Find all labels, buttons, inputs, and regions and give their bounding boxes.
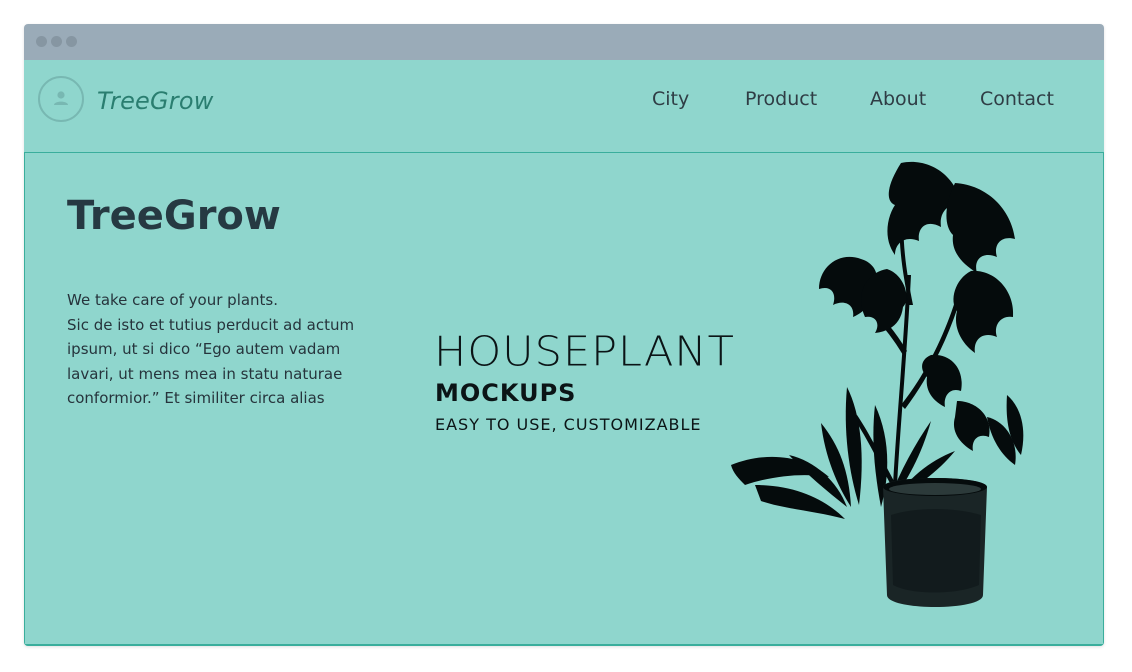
mockup-subtitle: MOCKUPS [435, 379, 577, 407]
brand-logo[interactable]: TreeGrow [97, 87, 214, 115]
hero-description-line: lavari, ut mens mea in statu naturae [67, 364, 343, 383]
hero-description-line: Sic de isto et tutius perducit ad actum [67, 315, 355, 334]
nav-contact[interactable]: Contact [980, 88, 1054, 110]
hero-section: TreeGrow We take care of your plants. Si… [24, 153, 1104, 646]
user-icon [54, 91, 68, 105]
browser-window: TreeGrow City Product About Contact Tree… [24, 24, 1104, 646]
mockup-title: HOUSEPLANT [434, 328, 735, 376]
nav-product[interactable]: Product [745, 88, 817, 110]
avatar[interactable] [38, 76, 84, 122]
window-dot[interactable] [36, 36, 47, 47]
navbar: TreeGrow City Product About Contact [24, 60, 1104, 153]
nav-about[interactable]: About [870, 88, 926, 110]
houseplant-illustration [731, 161, 1024, 607]
hero-description-line: ipsum, ut si dico “Ego autem vadam [67, 340, 341, 358]
window-dot[interactable] [66, 36, 77, 47]
mockup-tagline: EASY TO USE, CUSTOMIZABLE [435, 415, 702, 434]
hero-description-line: We take care of your plants. [67, 291, 279, 309]
window-titlebar [24, 24, 1104, 60]
nav-city[interactable]: City [652, 88, 689, 110]
hero-description: We take care of your plants. Sic de isto… [67, 288, 387, 411]
hero-description-line: conformior.” Et similiter circa alias [67, 389, 325, 407]
hero-title: TreeGrow [67, 193, 281, 239]
window-dot[interactable] [51, 36, 62, 47]
